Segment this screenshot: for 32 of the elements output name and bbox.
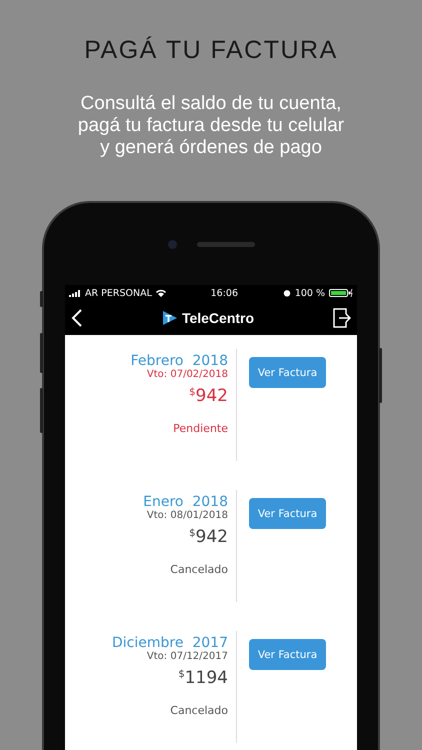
payment-status: Pendiente (173, 422, 228, 435)
wifi-icon (156, 289, 166, 297)
alarm-icon (282, 289, 291, 297)
signal-icon (69, 290, 81, 296)
due-date: Vto: 07/12/2017 (146, 651, 228, 662)
carrier-name: AR PERSONAL (85, 288, 152, 298)
logout-icon[interactable] (333, 308, 351, 328)
speaker-icon (196, 242, 254, 246)
battery-icon (329, 289, 353, 297)
view-invoice-button[interactable]: Ver Factura (249, 498, 326, 529)
invoice-amount: $^{$}$942 (189, 386, 228, 406)
subtitle-line: Consultá el saldo de tu cuenta, (80, 93, 342, 115)
headline: PAGÁ TU FACTURA (84, 36, 338, 65)
view-invoice-button[interactable]: Ver Factura (249, 639, 326, 670)
invoice-period: Diciembre 2017 (112, 635, 228, 651)
invoice-period: Febrero 2018 (130, 353, 228, 369)
view-invoice-button[interactable]: Ver Factura (249, 357, 326, 388)
battery-percent: 100 % (294, 288, 325, 298)
logo-icon (162, 310, 178, 326)
invoice-period: Enero 2018 (143, 494, 228, 510)
due-date: Vto: 07/02/2018 (146, 369, 228, 380)
camera-icon (168, 240, 176, 248)
invoice-amount: $^{$}$942 (189, 527, 228, 547)
back-icon[interactable] (71, 309, 83, 327)
payment-status: Cancelado (170, 704, 228, 717)
invoice-amount: $^{$}$1194 (178, 668, 228, 688)
brand-name: TeleCentro (182, 310, 254, 326)
due-date: Vto: 08/01/2018 (146, 510, 228, 521)
subtitle-line: y generá órdenes de pago (100, 137, 322, 159)
payment-status: Cancelado (170, 563, 228, 576)
clock-time: 16:06 (210, 288, 238, 298)
subtitle-line: pagá tu factura desde tu celular (78, 115, 344, 137)
